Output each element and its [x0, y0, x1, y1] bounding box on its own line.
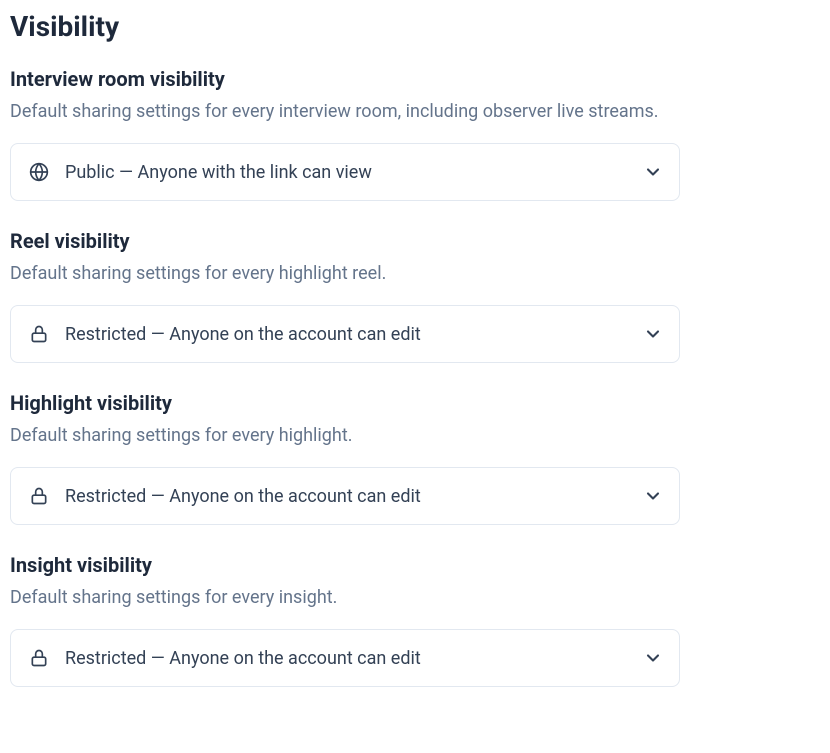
insight-visibility-select[interactable]: Restricted — Anyone on the account can e… [10, 629, 680, 687]
lock-icon [27, 484, 51, 508]
section-interview-room-visibility: Interview room visibility Default sharin… [10, 67, 820, 201]
globe-icon [27, 160, 51, 184]
section-description: Default sharing settings for every inter… [10, 99, 820, 125]
section-insight-visibility: Insight visibility Default sharing setti… [10, 553, 820, 687]
select-label: Restricted — Anyone on the account can e… [65, 324, 643, 345]
chevron-down-icon [643, 324, 663, 344]
select-label: Restricted — Anyone on the account can e… [65, 486, 643, 507]
highlight-visibility-select[interactable]: Restricted — Anyone on the account can e… [10, 467, 680, 525]
select-label: Public — Anyone with the link can view [65, 162, 643, 183]
chevron-down-icon [643, 648, 663, 668]
section-title: Reel visibility [10, 229, 820, 253]
lock-icon [27, 646, 51, 670]
chevron-down-icon [643, 162, 663, 182]
lock-icon [27, 322, 51, 346]
section-title: Interview room visibility [10, 67, 820, 91]
section-description: Default sharing settings for every highl… [10, 261, 820, 287]
section-title: Highlight visibility [10, 391, 820, 415]
reel-visibility-select[interactable]: Restricted — Anyone on the account can e… [10, 305, 680, 363]
section-reel-visibility: Reel visibility Default sharing settings… [10, 229, 820, 363]
chevron-down-icon [643, 486, 663, 506]
select-label: Restricted — Anyone on the account can e… [65, 648, 643, 669]
section-title: Insight visibility [10, 553, 820, 577]
section-description: Default sharing settings for every insig… [10, 585, 820, 611]
section-highlight-visibility: Highlight visibility Default sharing set… [10, 391, 820, 525]
section-description: Default sharing settings for every highl… [10, 423, 820, 449]
interview-room-visibility-select[interactable]: Public — Anyone with the link can view [10, 143, 680, 201]
page-title: Visibility [10, 10, 820, 43]
